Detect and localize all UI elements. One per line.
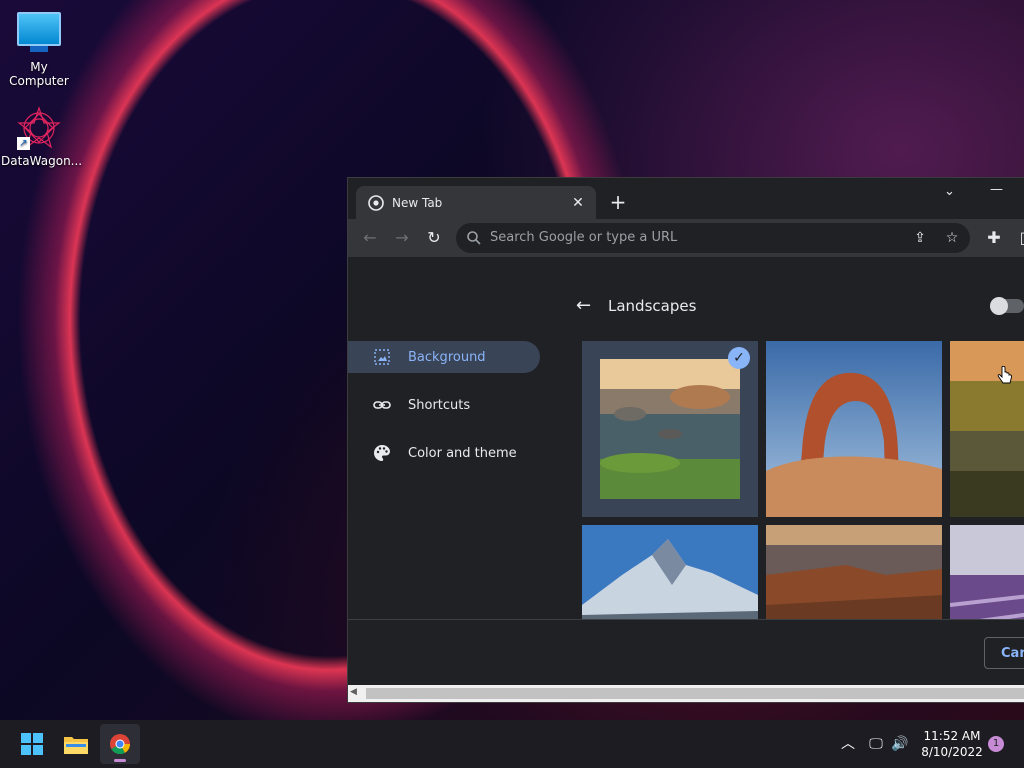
- sidebar-item-color-and-theme[interactable]: Color and theme: [348, 437, 540, 469]
- back-button[interactable]: ←: [358, 226, 382, 250]
- forward-button[interactable]: →: [390, 226, 414, 250]
- browser-window: New Tab ✕ + ⌄ — ← → ↻ Search Google or t…: [348, 178, 1024, 702]
- landscape-thumbnail: [582, 525, 758, 619]
- palette-icon: [374, 445, 390, 461]
- landscape-thumbnail: [950, 525, 1024, 619]
- windows-logo-icon: [21, 733, 43, 755]
- chrome-taskbar-button[interactable]: [100, 724, 140, 764]
- landscape-tile-mountain[interactable]: [582, 525, 758, 619]
- notification-badge[interactable]: 1: [988, 736, 1004, 752]
- side-panel-icon[interactable]: ▯: [1012, 226, 1024, 250]
- customize-dialog: ← Landscapes Background Shortcuts Color …: [348, 257, 1024, 619]
- omnibox[interactable]: Search Google or type a URL ⇪ ☆: [456, 223, 970, 253]
- tab-new-tab[interactable]: New Tab ✕: [356, 186, 596, 219]
- chrome-icon: [368, 194, 384, 211]
- clock-time: 11:52 AM: [923, 729, 981, 743]
- hand-cursor-icon: [997, 366, 1013, 384]
- landscape-tile-canyon[interactable]: [766, 525, 942, 619]
- taskbar: ︿ 🖵 🔊 11:52 AM 8/10/2022: [0, 720, 1024, 768]
- monitor-icon: [17, 12, 61, 56]
- landscape-tile-lavender[interactable]: [950, 525, 1024, 619]
- checkmark-icon: ✓: [728, 347, 750, 369]
- landscape-tile-rocky-pond[interactable]: ✓: [582, 341, 758, 517]
- sidebar-item-background[interactable]: Background: [348, 341, 540, 373]
- landscape-thumbnail: [600, 359, 740, 499]
- minimize-button[interactable]: —: [990, 182, 1003, 197]
- sidebar-item-label: Background: [408, 349, 486, 365]
- extensions-icon[interactable]: ✚: [982, 226, 1006, 250]
- start-button[interactable]: [12, 724, 52, 764]
- back-arrow-icon[interactable]: ←: [576, 295, 591, 316]
- image-icon: [374, 349, 390, 365]
- toolbar: ← → ↻ Search Google or type a URL ⇪ ☆ ✚ …: [348, 219, 1024, 257]
- scroll-left-icon[interactable]: ◀: [350, 687, 357, 697]
- sidebar-item-label: Shortcuts: [408, 397, 471, 413]
- scrollbar-thumb[interactable]: [366, 688, 1024, 699]
- omnibox-placeholder: Search Google or type a URL: [490, 230, 678, 245]
- panel-title: Landscapes: [608, 297, 697, 315]
- search-icon: [467, 231, 481, 245]
- bookmark-star-icon[interactable]: ☆: [942, 228, 962, 248]
- datawagon-logo-icon: ↗: [17, 106, 61, 150]
- title-bar: New Tab ✕ + ⌄ —: [348, 178, 1024, 219]
- active-app-indicator: [114, 759, 126, 762]
- chrome-icon: [110, 734, 131, 755]
- shortcut-arrow-icon: ↗: [17, 137, 30, 150]
- horizontal-scrollbar[interactable]: ◀: [348, 685, 1024, 702]
- share-icon[interactable]: ⇪: [910, 228, 930, 248]
- folder-icon: [64, 737, 88, 754]
- tab-title: New Tab: [392, 195, 443, 210]
- sidebar-item-shortcuts[interactable]: Shortcuts: [348, 389, 540, 421]
- new-tab-button[interactable]: +: [606, 190, 630, 214]
- clock-date: 8/10/2022: [921, 745, 983, 759]
- landscape-thumbnail: [766, 525, 942, 619]
- file-explorer-button[interactable]: [56, 724, 96, 764]
- tab-search-button[interactable]: ⌄: [944, 184, 955, 199]
- landscape-thumbnail: [766, 341, 942, 517]
- sidebar-item-label: Color and theme: [408, 445, 517, 461]
- network-icon[interactable]: 🖵: [866, 734, 886, 754]
- desktop-icon-label: My Computer: [9, 60, 69, 88]
- reload-button[interactable]: ↻: [422, 226, 446, 250]
- cancel-button[interactable]: Canc: [984, 637, 1024, 669]
- dialog-footer: Canc: [348, 619, 1024, 686]
- chevron-up-icon[interactable]: ︿: [838, 734, 858, 754]
- landscape-tile-arch[interactable]: [766, 341, 942, 517]
- refresh-daily-toggle[interactable]: [990, 297, 1024, 315]
- desktop-icon-label: DataWagon...: [1, 154, 83, 168]
- close-icon[interactable]: ✕: [566, 195, 590, 211]
- taskbar-clock[interactable]: 11:52 AM 8/10/2022: [918, 728, 986, 760]
- desktop-icon-datawagon[interactable]: ↗ DataWagon...: [1, 106, 83, 168]
- link-icon: [373, 401, 391, 409]
- desktop-icon-my-computer[interactable]: My Computer: [1, 10, 77, 88]
- volume-icon[interactable]: 🔊: [890, 734, 910, 754]
